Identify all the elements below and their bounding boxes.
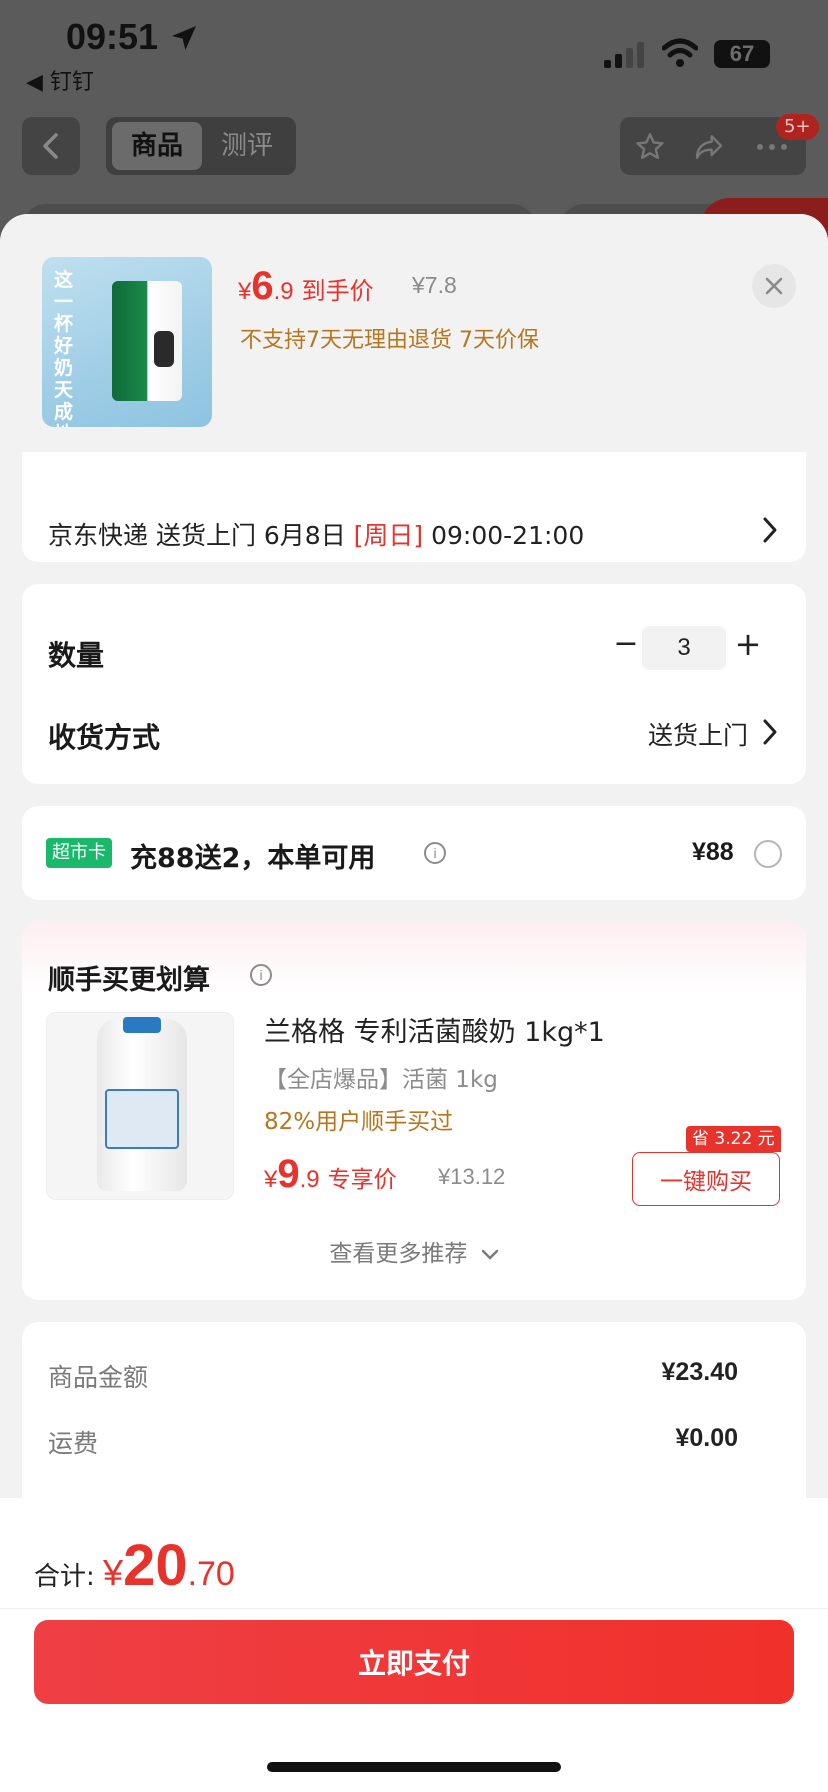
original-price: ¥7.8 <box>412 272 457 298</box>
quantity-decrease-button[interactable]: − <box>606 624 646 664</box>
back-button[interactable] <box>22 117 80 175</box>
home-indicator[interactable] <box>267 1762 561 1772</box>
wifi-icon <box>662 38 698 67</box>
yogurt-product-image[interactable] <box>46 1012 234 1200</box>
summary-row-shipping: 运费 ¥0.00 <box>48 1424 738 1458</box>
quantity-increase-button[interactable]: + <box>728 624 768 664</box>
pay-now-button[interactable]: 立即支付 <box>34 1620 794 1704</box>
recommended-product-subtitle: 【全店爆品】活菌 1kg <box>264 1067 498 1093</box>
info-icon[interactable]: i <box>250 964 272 986</box>
recommendation-card: 顺手买更划算 i 兰格格 专利活菌酸奶 1kg*1 【全店爆品】活菌 1kg 8… <box>22 922 806 1300</box>
quantity-label: 数量 <box>48 639 105 672</box>
supermarket-card-tag: 超市卡 <box>46 838 112 868</box>
quantity-input[interactable] <box>642 626 726 670</box>
info-icon[interactable]: i <box>424 842 446 864</box>
close-button[interactable] <box>752 264 796 308</box>
summary-row-goods: 商品金额 ¥23.40 <box>48 1358 738 1392</box>
recommended-product-old-price: ¥13.12 <box>438 1164 506 1189</box>
thumbnail-slogan: 这一杯好奶天成地就 <box>54 269 74 427</box>
location-arrow-icon <box>172 26 196 50</box>
recommendation-title: 顺手买更划算 <box>48 965 210 996</box>
top-tab-switcher: 商品 测评 <box>106 117 296 175</box>
supermarket-card-promo[interactable]: 超市卡 充88送2，本单可用 i ¥88 <box>22 806 806 900</box>
chevron-right-icon <box>763 517 777 543</box>
share-icon[interactable] <box>692 131 726 163</box>
back-to-app-link[interactable]: ◀ 钉钉 <box>26 64 94 96</box>
milk-carton-image <box>112 281 182 401</box>
pay-bar: 合计: ¥20.70 立即支付 <box>0 1498 828 1792</box>
return-policy-text: 不支持7天无理由退货 7天价保 <box>240 328 539 353</box>
quantity-card: 数量 − + 收货方式 送货上门 <box>22 584 806 784</box>
delivery-schedule: 京东快递 送货上门 6月8日 [周日] 09:00-21:00 <box>48 521 585 550</box>
status-time: 09:51 <box>66 16 159 57</box>
recommended-product-price: ¥9.9 专享价 <box>264 1152 397 1196</box>
status-bar: 09:51 ◀ 钉钉 67 <box>0 0 828 100</box>
total-amount: 合计: ¥20.70 <box>34 1533 235 1598</box>
product-thumbnail: 这一杯好奶天成地就 <box>42 257 212 427</box>
chevron-left-icon <box>43 133 58 159</box>
message-badge: 5+ <box>776 114 819 140</box>
tab-product[interactable]: 商品 <box>112 122 202 170</box>
tab-review[interactable]: 测评 <box>202 122 292 170</box>
chevron-right-icon[interactable] <box>762 718 778 746</box>
cellular-signal-icon <box>604 42 644 68</box>
chevron-down-icon <box>481 1249 498 1260</box>
promo-price: ¥88 <box>692 838 734 866</box>
more-recommendations-link[interactable]: 查看更多推荐 <box>22 1234 806 1268</box>
recommended-product-name[interactable]: 兰格格 专利活菌酸奶 1kg*1 <box>264 1010 605 1049</box>
sheet-header: 这一杯好奶天成地就 ¥6.9到手价 ¥7.8 不支持7天无理由退货 7天价保 <box>0 214 828 452</box>
close-icon <box>765 277 783 295</box>
divider <box>0 1608 828 1609</box>
star-icon[interactable] <box>634 131 666 163</box>
recommended-product-stat: 82%用户顺手买过 <box>264 1109 454 1135</box>
battery-indicator: 67 <box>714 40 770 68</box>
receive-method-value[interactable]: 送货上门 <box>648 716 748 752</box>
savings-badge: 省 3.22 元 <box>686 1126 781 1152</box>
more-icon[interactable] <box>756 143 788 151</box>
receive-method-label: 收货方式 <box>48 721 161 754</box>
promo-text: 充88送2，本单可用 <box>130 843 376 874</box>
promo-radio[interactable] <box>754 840 782 868</box>
final-price: ¥6.9 到手价 <box>238 264 374 308</box>
one-click-buy-button[interactable]: 一键购买 <box>632 1152 780 1206</box>
